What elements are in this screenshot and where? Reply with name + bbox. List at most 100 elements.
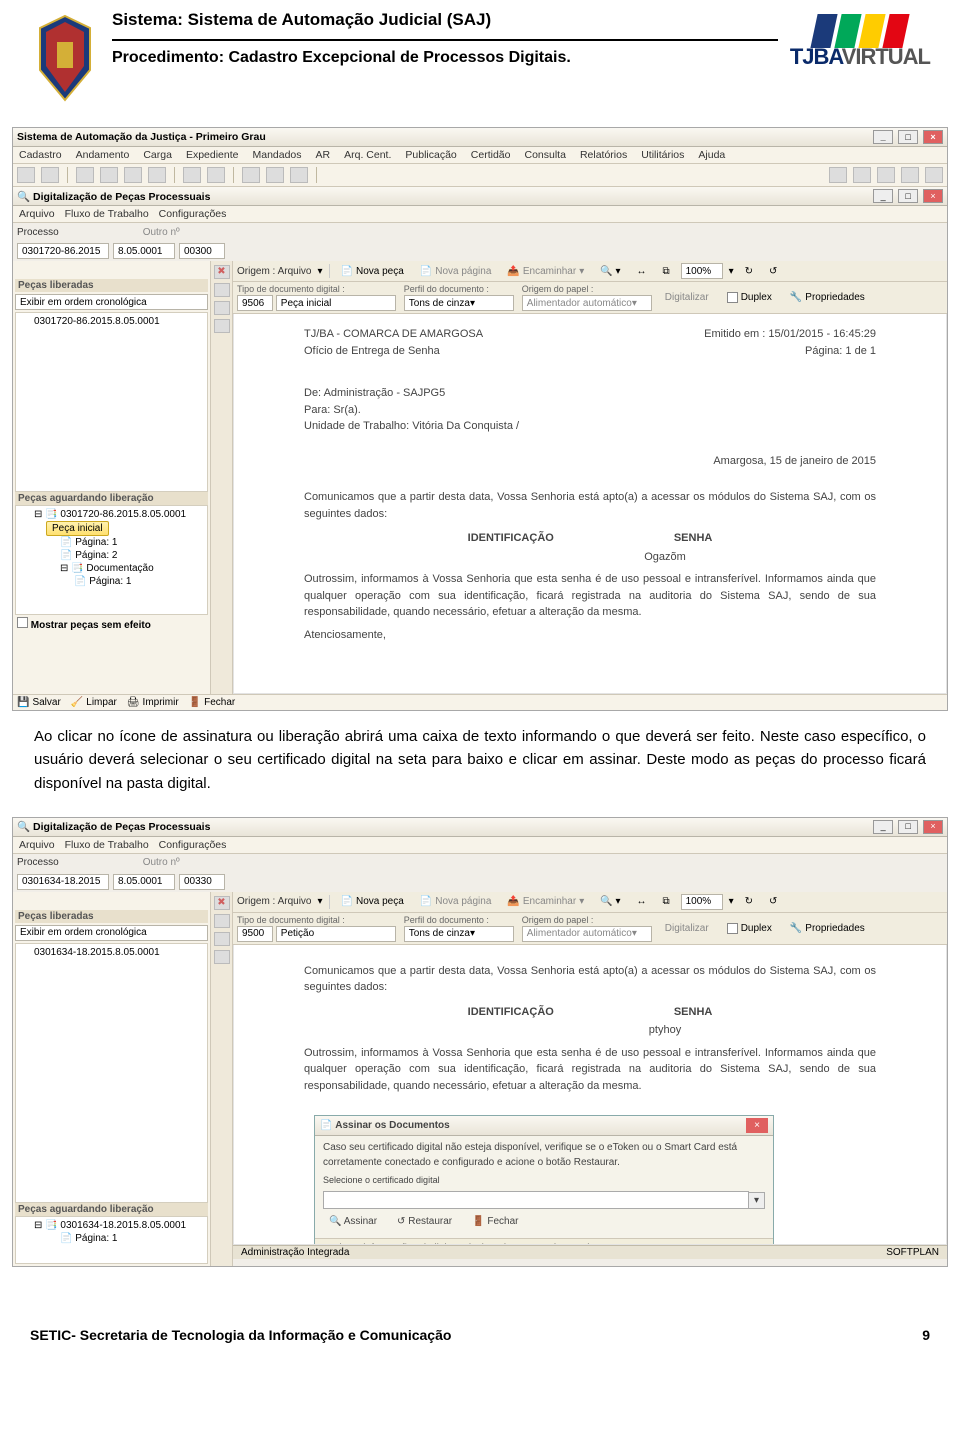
toolbar-icon[interactable]: [853, 167, 871, 183]
child-max-icon[interactable]: □: [898, 820, 918, 834]
fit-width-icon[interactable]: ↔: [631, 264, 651, 279]
nav-first-icon[interactable]: [15, 264, 29, 278]
duplex-checkbox[interactable]: [727, 292, 738, 303]
perfil-combo[interactable]: Tons de cinza ▾: [404, 295, 514, 311]
toolbar-icon[interactable]: [207, 167, 225, 183]
submenu-arquivo[interactable]: Arquivo: [19, 839, 55, 851]
rotate-icon[interactable]: ↺: [764, 264, 782, 279]
menu-consulta[interactable]: Consulta: [524, 149, 565, 161]
tool-delete-icon[interactable]: ✖: [214, 265, 230, 279]
submenu-config[interactable]: Configurações: [159, 839, 227, 851]
propriedades-button[interactable]: 🔧 Propriedades: [785, 921, 870, 936]
fit-page-icon[interactable]: ⧉: [657, 264, 674, 279]
win-minimize-icon[interactable]: _: [873, 130, 893, 144]
ordem-combo[interactable]: Exibir em ordem cronológica: [15, 294, 208, 310]
menu-relatorios[interactable]: Relatórios: [580, 149, 627, 161]
child-close-icon[interactable]: ×: [923, 820, 943, 834]
zoom-tool[interactable]: 🔍 ▾: [595, 894, 625, 909]
zoom-field[interactable]: 100%: [681, 263, 723, 279]
fit-page-icon[interactable]: ⧉: [657, 894, 674, 909]
menu-cadastro[interactable]: Cadastro: [19, 149, 62, 161]
tool-icon[interactable]: [214, 319, 230, 333]
processo-num-field[interactable]: 0301634-18.2015: [17, 874, 109, 890]
tree-node[interactable]: 0301720-86.2015.8.05.0001: [20, 315, 203, 328]
menu-arqcent[interactable]: Arq. Cent.: [344, 149, 391, 161]
rotate-icon[interactable]: ↺: [764, 894, 782, 909]
menu-expediente[interactable]: Expediente: [186, 149, 239, 161]
toolbar-icon[interactable]: [266, 167, 284, 183]
submenu-arquivo[interactable]: Arquivo: [19, 208, 55, 220]
tool-icon[interactable]: [214, 914, 230, 928]
show-noeffect-checkbox[interactable]: [17, 617, 28, 628]
assinar-button[interactable]: 🔍 Assinar: [323, 1213, 383, 1230]
toolbar-icon[interactable]: [829, 167, 847, 183]
origem-papel-combo[interactable]: Alimentador automático ▾: [522, 926, 652, 942]
imprimir-button[interactable]: 🖨 Imprimir: [127, 697, 179, 708]
nav-next-icon[interactable]: [51, 264, 65, 278]
dialog-close-icon[interactable]: ×: [746, 1118, 768, 1133]
menu-ajuda[interactable]: Ajuda: [698, 149, 725, 161]
menu-publicacao[interactable]: Publicação: [405, 149, 456, 161]
processo-dig-field[interactable]: 00300: [179, 243, 225, 259]
radio-icon[interactable]: [63, 225, 77, 239]
doctype-name-field[interactable]: Petição: [276, 926, 396, 942]
tree-node[interactable]: 📄 Página: 1: [46, 575, 203, 588]
tree-node[interactable]: 📄 Página: 1: [20, 1232, 203, 1245]
chevron-down-icon[interactable]: ▾: [749, 1192, 765, 1209]
menu-carga[interactable]: Carga: [143, 149, 172, 161]
processo-num-field[interactable]: 0301720-86.2015: [17, 243, 109, 259]
propriedades-button[interactable]: 🔧 Propriedades: [785, 290, 870, 305]
toolbar-icon[interactable]: [148, 167, 166, 183]
processo-cls-field[interactable]: 8.05.0001: [113, 243, 175, 259]
ordem-combo[interactable]: Exibir em ordem cronológica: [15, 925, 208, 941]
submenu-fluxo[interactable]: Fluxo de Trabalho: [65, 839, 149, 851]
tree-liberadas[interactable]: 0301634-18.2015.8.05.0001: [15, 943, 208, 1203]
encaminhar-button[interactable]: 📤 Encaminhar ▾: [502, 264, 589, 279]
child-min-icon[interactable]: _: [873, 820, 893, 834]
child-max-icon[interactable]: □: [898, 189, 918, 203]
limpar-button[interactable]: 🧹 Limpar: [71, 697, 117, 708]
nova-pagina-button[interactable]: 📄 Nova página: [415, 894, 497, 909]
tree-liberadas[interactable]: 0301720-86.2015.8.05.0001: [15, 312, 208, 492]
submenu-config[interactable]: Configurações: [159, 208, 227, 220]
nav-first-icon[interactable]: [15, 895, 29, 909]
fechar-button[interactable]: 🚪 Fechar: [189, 697, 236, 708]
fechar-button[interactable]: 🚪 Fechar: [466, 1213, 524, 1230]
nova-pagina-button[interactable]: 📄 Nova página: [415, 264, 497, 279]
toolbar-icon[interactable]: [901, 167, 919, 183]
tool-icon[interactable]: [214, 950, 230, 964]
win-maximize-icon[interactable]: □: [898, 130, 918, 144]
toolbar-icon[interactable]: [76, 167, 94, 183]
tool-icon[interactable]: [214, 283, 230, 297]
toolbar-icon[interactable]: [877, 167, 895, 183]
nova-peca-button[interactable]: 📄 Nova peça: [336, 264, 409, 279]
toolbar-icon[interactable]: [17, 167, 35, 183]
menu-mandados[interactable]: Mandados: [252, 149, 301, 161]
rotate-icon[interactable]: ↻: [740, 894, 758, 909]
tree-node[interactable]: ⊟ 📑 0301634-18.2015.8.05.0001: [20, 1219, 203, 1232]
toolbar-icon[interactable]: [242, 167, 260, 183]
menu-andamento[interactable]: Andamento: [76, 149, 130, 161]
tree-node-selected[interactable]: Peça inicial: [46, 521, 109, 536]
tool-icon[interactable]: [214, 932, 230, 946]
tree-aguardando[interactable]: ⊟ 📑 0301634-18.2015.8.05.0001 📄 Página: …: [15, 1216, 208, 1264]
tree-node[interactable]: 📄 Página: 2: [46, 549, 203, 562]
lookup-icon[interactable]: [81, 225, 95, 239]
toolbar-icon[interactable]: [124, 167, 142, 183]
nav-prev-icon[interactable]: [33, 895, 47, 909]
encaminhar-button[interactable]: 📤 Encaminhar ▾: [502, 894, 589, 909]
nav-prev-icon[interactable]: [33, 264, 47, 278]
child-close-icon[interactable]: ×: [923, 189, 943, 203]
processo-cls-field[interactable]: 8.05.0001: [113, 874, 175, 890]
nav-last-icon[interactable]: [69, 895, 83, 909]
toolbar-icon[interactable]: [290, 167, 308, 183]
menu-utilitarios[interactable]: Utilitários: [641, 149, 684, 161]
lookup-icon[interactable]: [229, 875, 243, 889]
zoom-field[interactable]: 100%: [681, 894, 723, 910]
perfil-combo[interactable]: Tons de cinza ▾: [404, 926, 514, 942]
tool-delete-icon[interactable]: ✖: [214, 896, 230, 910]
tool-icon[interactable]: [214, 301, 230, 315]
lookup-icon[interactable]: [229, 244, 243, 258]
toolbar-icon[interactable]: [41, 167, 59, 183]
duplex-checkbox[interactable]: [727, 923, 738, 934]
